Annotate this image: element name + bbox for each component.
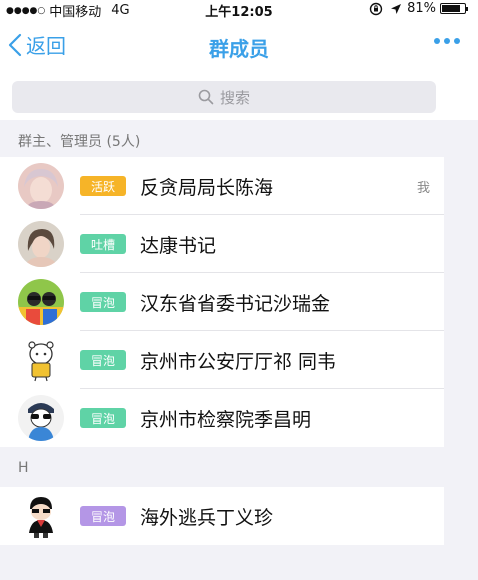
more-options-button[interactable]	[434, 38, 460, 44]
activity-badge: 冒泡	[80, 408, 126, 428]
avatar	[18, 279, 64, 325]
status-right: 81%	[369, 1, 468, 16]
activity-badge: 活跃	[80, 176, 126, 196]
section-header-h: H	[0, 452, 478, 484]
member-row[interactable]: 冒泡 京州市公安厅厅祁 同韦	[0, 331, 444, 389]
avatar	[18, 493, 64, 539]
activity-badge: 冒泡	[80, 292, 126, 312]
member-name: 京州市公安厅厅祁 同韦	[140, 350, 337, 373]
avatar	[18, 221, 64, 267]
section-header-admins: 群主、管理员 (5人)	[0, 125, 478, 157]
activity-badge: 吐槽	[80, 234, 126, 254]
member-row[interactable]: 冒泡 汉东省省委书记沙瑞金	[0, 273, 444, 331]
battery-percent: 81%	[407, 1, 436, 16]
battery-fill	[442, 5, 460, 12]
search-icon	[198, 89, 214, 105]
member-row[interactable]: 活跃 反贪局局长陈海 我	[0, 157, 444, 215]
member-row[interactable]: 吐槽 达康书记	[0, 215, 444, 273]
avatar	[18, 163, 64, 209]
activity-badge: 冒泡	[80, 506, 126, 526]
member-row[interactable]: 冒泡 京州市检察院季昌明	[0, 389, 444, 447]
rotation-lock-icon	[369, 2, 383, 15]
empty-area	[0, 546, 478, 580]
avatar	[18, 337, 64, 383]
member-name: 汉东省省委书记沙瑞金	[140, 292, 331, 315]
activity-badge: 冒泡	[80, 350, 126, 370]
member-name: 反贪局局长陈海	[140, 176, 274, 199]
member-row[interactable]: 冒泡 海外逃兵丁义珍	[0, 487, 444, 545]
avatar	[18, 395, 64, 441]
battery-icon	[440, 3, 468, 14]
search-input[interactable]: 搜索	[12, 81, 436, 113]
me-label: 我	[416, 180, 430, 196]
more-dot-icon	[434, 38, 440, 44]
member-name: 京州市检察院季昌明	[140, 408, 312, 431]
more-dot-icon	[454, 38, 460, 44]
nav-bar: 返回 群成员	[0, 18, 478, 74]
search-bar: 搜索	[0, 74, 478, 120]
page-title: 群成员	[209, 37, 269, 61]
location-arrow-icon	[391, 3, 402, 14]
more-dot-icon	[444, 38, 450, 44]
member-name: 海外逃兵丁义珍	[140, 506, 274, 529]
search-placeholder: 搜索	[219, 88, 250, 107]
status-bar: ●●●●○ 中国移动 4G 上午12:05 81%	[0, 0, 478, 20]
member-name: 达康书记	[140, 234, 217, 257]
